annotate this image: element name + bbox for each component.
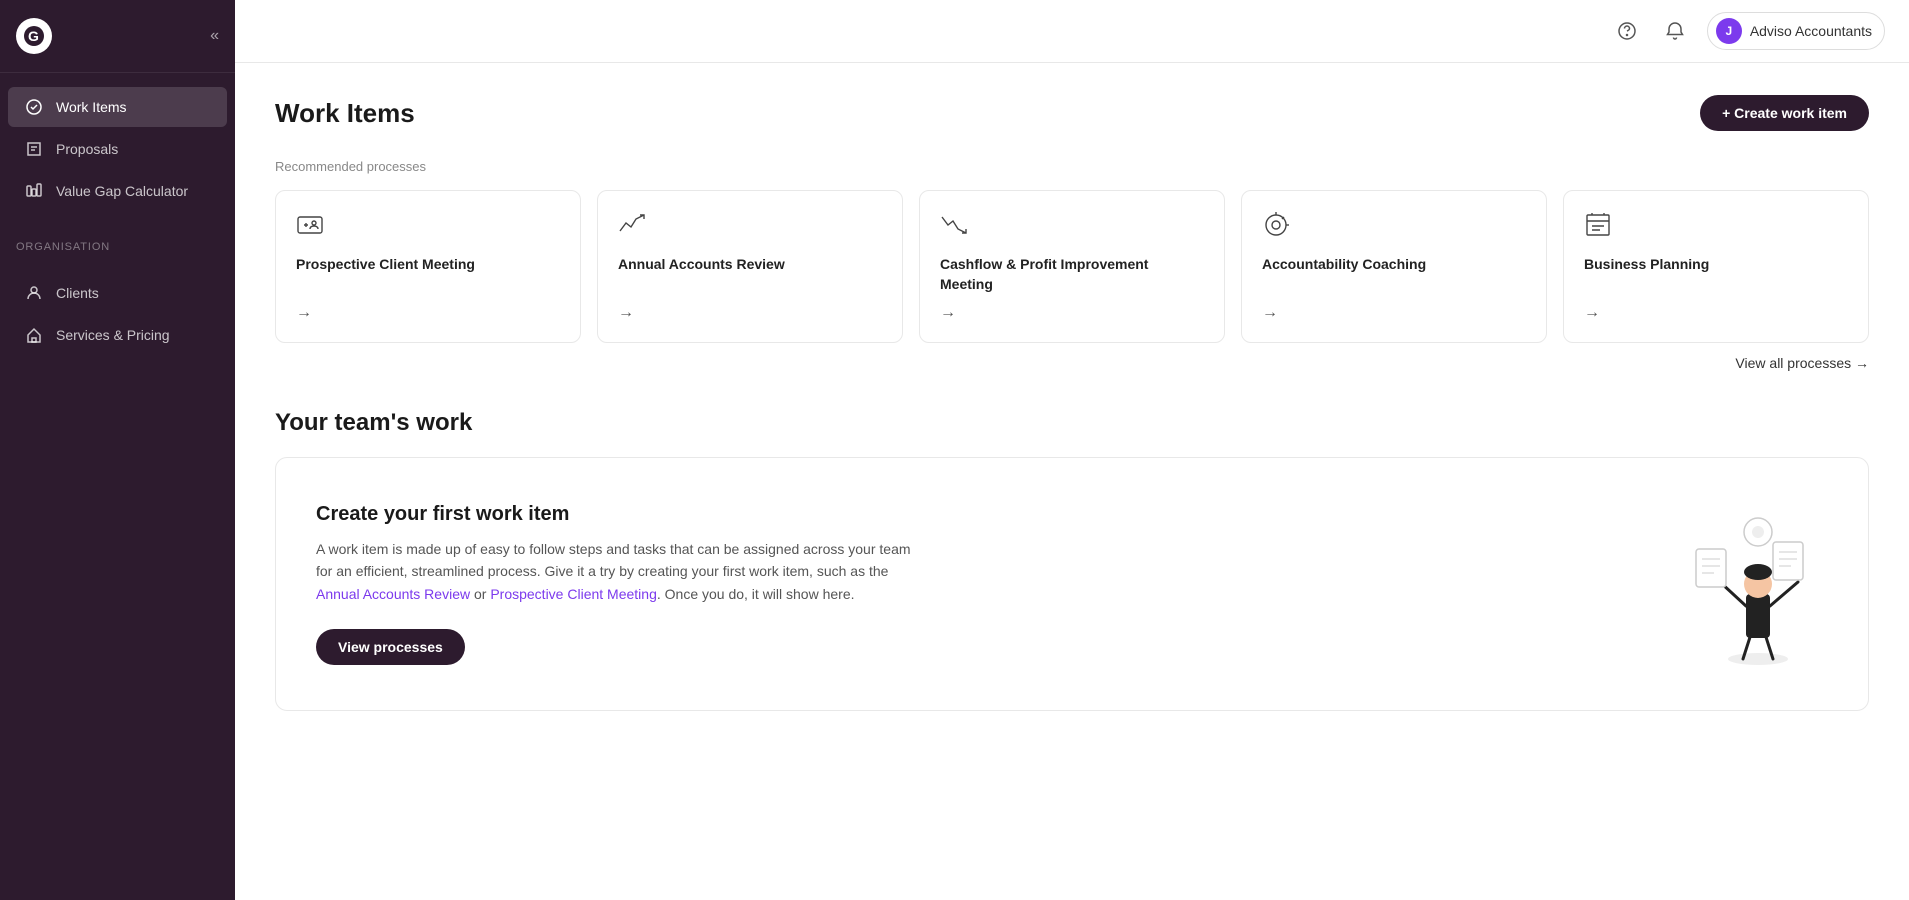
annual-accounts-link[interactable]: Annual Accounts Review xyxy=(316,586,470,602)
work-items-icon xyxy=(24,97,44,117)
user-avatar: J xyxy=(1716,18,1742,44)
recommended-processes-label: Recommended processes xyxy=(275,159,1869,174)
process-card-name: Business Planning xyxy=(1584,255,1848,275)
process-card-arrow[interactable]: → xyxy=(940,304,1204,322)
user-menu[interactable]: J Adviso Accountants xyxy=(1707,12,1885,50)
view-all-processes-link[interactable]: View all processes → xyxy=(1735,355,1869,371)
process-card-arrow[interactable]: → xyxy=(618,304,882,322)
process-cards-list: Prospective Client Meeting → Annual Acco… xyxy=(275,190,1869,343)
process-card-arrow[interactable]: → xyxy=(296,304,560,322)
view-all-processes: View all processes → xyxy=(275,355,1869,373)
process-card-icon xyxy=(296,211,560,245)
empty-state-description: A work item is made up of easy to follow… xyxy=(316,538,916,605)
process-card-annual-accounts-review[interactable]: Annual Accounts Review → xyxy=(597,190,903,343)
sidebar-item-label: Proposals xyxy=(56,141,118,157)
sidebar-logo: G « xyxy=(0,0,235,73)
services-icon xyxy=(24,325,44,345)
recommended-processes-section: Recommended processes Prospective Client… xyxy=(275,159,1869,373)
sidebar-item-label: Value Gap Calculator xyxy=(56,183,188,199)
sidebar-item-value-gap-calculator[interactable]: Value Gap Calculator xyxy=(8,171,227,211)
help-icon[interactable] xyxy=(1611,15,1643,47)
page-content: Work Items + Create work item Recommende… xyxy=(235,63,1909,900)
process-card-cashflow-profit[interactable]: Cashflow & Profit Improvement Meeting → xyxy=(919,190,1225,343)
main-content: J Adviso Accountants Work Items + Create… xyxy=(235,0,1909,900)
process-card-accountability-coaching[interactable]: Accountability Coaching → xyxy=(1241,190,1547,343)
process-card-name: Cashflow & Profit Improvement Meeting xyxy=(940,255,1204,294)
empty-state-card: Create your first work item A work item … xyxy=(275,457,1869,711)
process-card-name: Prospective Client Meeting xyxy=(296,255,560,275)
page-title: Work Items xyxy=(275,98,415,129)
process-card-arrow[interactable]: → xyxy=(1262,304,1526,322)
collapse-button[interactable]: « xyxy=(210,27,219,45)
sidebar-item-proposals[interactable]: Proposals xyxy=(8,129,227,169)
process-card-prospective-client-meeting[interactable]: Prospective Client Meeting → xyxy=(275,190,581,343)
notification-icon[interactable] xyxy=(1659,15,1691,47)
logo-icon: G xyxy=(16,18,52,54)
page-header: Work Items + Create work item xyxy=(275,95,1869,131)
process-card-name: Accountability Coaching xyxy=(1262,255,1526,275)
value-gap-icon xyxy=(24,181,44,201)
org-nav: Clients Services & Pricing xyxy=(0,259,235,369)
process-card-business-planning[interactable]: Business Planning → xyxy=(1563,190,1869,343)
process-card-icon xyxy=(940,211,1204,245)
user-name: Adviso Accountants xyxy=(1750,23,1872,39)
proposals-icon xyxy=(24,139,44,159)
sidebar: G « Work Items Proposals xyxy=(0,0,235,900)
sidebar-item-clients[interactable]: Clients xyxy=(8,273,227,313)
process-card-name: Annual Accounts Review xyxy=(618,255,882,275)
prospective-client-link[interactable]: Prospective Client Meeting xyxy=(490,586,657,602)
sidebar-item-label: Services & Pricing xyxy=(56,327,170,343)
org-section-label: Organisation xyxy=(0,225,235,259)
sidebar-item-label: Work Items xyxy=(56,99,127,115)
topbar: J Adviso Accountants xyxy=(235,0,1909,63)
process-card-icon xyxy=(618,211,882,245)
sidebar-item-services-pricing[interactable]: Services & Pricing xyxy=(8,315,227,355)
team-work-section: Your team's work Create your first work … xyxy=(275,409,1869,711)
process-card-arrow[interactable]: → xyxy=(1584,304,1848,322)
clients-icon xyxy=(24,283,44,303)
sidebar-item-work-items[interactable]: Work Items xyxy=(8,87,227,127)
team-work-title: Your team's work xyxy=(275,409,1869,437)
empty-state-content: Create your first work item A work item … xyxy=(316,503,916,665)
svg-text:G: G xyxy=(28,28,39,44)
sidebar-item-label: Clients xyxy=(56,285,99,301)
view-processes-button[interactable]: View processes xyxy=(316,629,465,665)
empty-state-illustration xyxy=(1668,494,1828,674)
process-card-icon xyxy=(1584,211,1848,245)
empty-state-title: Create your first work item xyxy=(316,503,916,526)
create-work-item-button[interactable]: + Create work item xyxy=(1700,95,1869,131)
main-nav: Work Items Proposals Value Gap Calculato… xyxy=(0,73,235,225)
process-card-icon xyxy=(1262,211,1526,245)
